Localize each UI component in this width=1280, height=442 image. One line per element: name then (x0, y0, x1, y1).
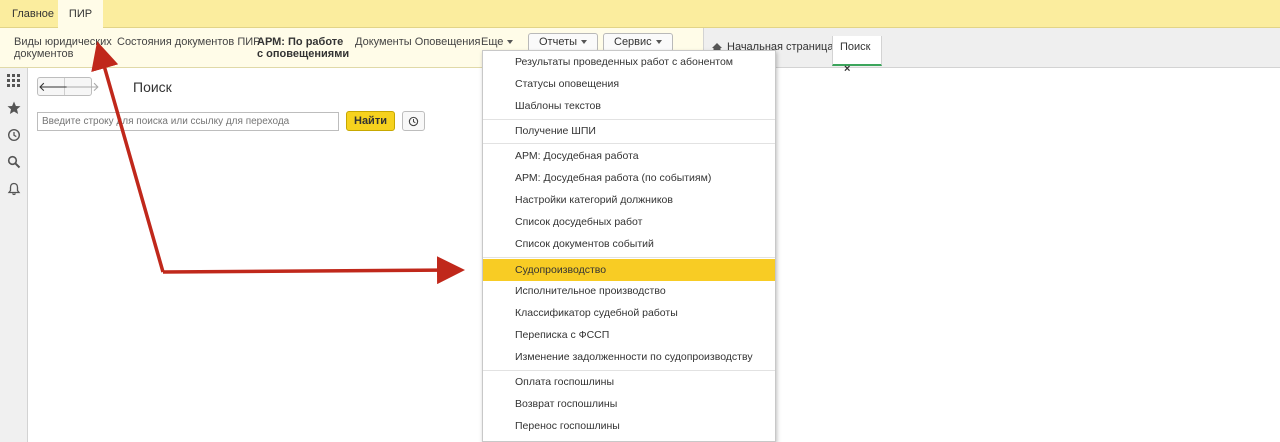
panel-item-label: документов (14, 48, 74, 60)
menu-item[interactable]: Получение ШПИ (483, 120, 775, 142)
menu-item[interactable]: Перенос госпошлины (483, 415, 775, 437)
back-arrow-icon[interactable]: 🡐 (38, 78, 73, 95)
tab-pir[interactable]: ПИР (58, 0, 103, 28)
find-button[interactable]: Найти (346, 111, 395, 131)
menu-item[interactable]: АРМ: Досудебная работа (483, 145, 775, 167)
menu-item[interactable]: Шаблоны текстов (483, 95, 775, 117)
menu-item[interactable]: Классификатор судебной работы (483, 302, 775, 324)
tab-search[interactable]: Поиск × (832, 36, 882, 75)
top-tab-bar: Главное ПИР (0, 0, 1280, 28)
panel-item-label: Документы Оповещения (355, 36, 481, 48)
menu-item[interactable]: Список досудебных работ (483, 211, 775, 233)
reports-label: Отчеты (539, 36, 578, 48)
more-menu-label: Еще (481, 36, 504, 48)
history-icon[interactable] (6, 128, 22, 144)
panel-item-label: АРМ: По работе (257, 36, 344, 48)
open-windows-bar: Начальная страница Поиск × (703, 28, 1280, 75)
menu-item[interactable]: Статусы оповещения (483, 73, 775, 95)
menu-item[interactable]: Возврат госпошлины (483, 393, 775, 415)
menu-separator (483, 143, 775, 144)
panel-item-arm-notifications[interactable]: АРМ: По работе с оповещениями (257, 36, 349, 60)
menu-item[interactable]: Настройки категорий должников (483, 189, 775, 211)
menu-item[interactable]: Переписка с ФССП (483, 324, 775, 346)
search-icon[interactable] (6, 155, 22, 171)
search-history-button[interactable] (402, 111, 425, 131)
panel-item-label: Состояния документов ПИР (117, 36, 261, 48)
forward-arrow-icon[interactable]: 🡒 (65, 78, 100, 95)
chevron-down-icon (507, 40, 514, 45)
panel-item-legal-doc-types[interactable]: Виды юридических документов (14, 36, 112, 60)
menu-item[interactable]: АРМ: Досудебная работа (по событиям) (483, 167, 775, 189)
chevron-down-icon (655, 40, 662, 45)
notifications-bell-icon[interactable] (6, 182, 22, 198)
panel-item-label: Виды юридических (14, 36, 112, 48)
panel-item-doc-states[interactable]: Состояния документов ПИР (117, 36, 260, 48)
service-label: Сервис (614, 36, 652, 48)
menu-grid-icon[interactable] (6, 74, 22, 90)
tab-main[interactable]: Главное (0, 0, 66, 28)
navigation-buttons: 🡐 🡒 (37, 77, 100, 96)
history-icon (408, 116, 419, 126)
menu-item[interactable]: Результаты проведенных работ с абонентом (483, 51, 775, 73)
left-toolbar (0, 68, 28, 442)
menu-item[interactable]: Оплата госпошлины (483, 371, 775, 393)
menu-item-active[interactable]: Судопроизводство (483, 259, 775, 281)
panel-item-notification-docs[interactable]: Документы Оповещения (355, 36, 480, 48)
more-dropdown-menu: Результаты проведенных работ с абонентом… (482, 50, 776, 442)
page-title: Поиск (133, 79, 172, 95)
chevron-down-icon (581, 40, 588, 45)
search-input[interactable] (37, 112, 339, 131)
tab-search-label: Поиск (840, 41, 871, 53)
menu-item[interactable]: Исполнительное производство (483, 280, 775, 302)
favorites-star-icon[interactable] (6, 101, 22, 117)
menu-item[interactable]: Список документов событий (483, 233, 775, 255)
menu-separator (483, 257, 775, 258)
arrow-to-menu-item (162, 256, 465, 285)
menu-item[interactable]: Изменение задолженности по судопроизводс… (483, 346, 775, 368)
close-icon[interactable]: × (844, 63, 850, 75)
panel-item-label: с оповещениями (257, 48, 350, 60)
more-menu[interactable]: Еще (481, 36, 514, 48)
